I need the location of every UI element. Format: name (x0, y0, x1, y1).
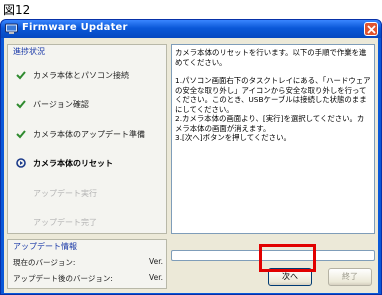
window-title: Firmware Updater (22, 22, 128, 33)
after-version-label: アップデート後のバージョン: (13, 274, 113, 283)
step-label: カメラ本体のアップデート準備 (33, 130, 145, 139)
steps-group-title: 進捗状況 (13, 47, 45, 56)
step-label: バージョン確認 (33, 100, 89, 109)
progress-steps-panel: 進捗状況 カメラ本体とパソコン接続 バージョン確認 カメラ本体のアップデート準備 (7, 44, 167, 234)
check-icon (16, 130, 26, 139)
step-label: アップデート完了 (33, 218, 97, 227)
after-version-row: アップデート後のバージョン: Ver. (13, 273, 163, 284)
instructions-step-3: 3.[次へ]ボタンを押してください。 (175, 133, 291, 142)
step-camera-pc-connect: カメラ本体とパソコン接続 (8, 69, 168, 83)
step-update-run: アップデート実行 (8, 187, 168, 201)
after-version-value: Ver. (149, 273, 163, 282)
instructions-intro: カメラ本体のリセットを行います。以下の手順で作業を進めてください。 (175, 48, 367, 67)
step-update-complete: アップデート完了 (8, 216, 168, 230)
step-camera-reset: カメラ本体のリセット (8, 157, 168, 171)
title-bar[interactable]: Firmware Updater (1, 20, 381, 38)
next-button-highlight (259, 244, 316, 272)
step-update-prepare: カメラ本体のアップデート準備 (8, 128, 168, 142)
firmware-app-icon (5, 23, 18, 34)
finish-button[interactable]: 終了 (328, 268, 372, 286)
check-icon (16, 100, 26, 109)
instructions-step-2: 2.カメラ本体の画面より、[実行]を選択してください。カメラ本体の画面が消えます… (175, 114, 365, 133)
window-client-area: 進捗状況 カメラ本体とパソコン接続 バージョン確認 カメラ本体のアップデート準備 (4, 38, 378, 293)
step-label: カメラ本体のリセット (33, 159, 113, 168)
instructions-step-1: 1.パソコン画面右下のタスクトレイにある、「ハードウェアの安全な取り外し」アイコ… (175, 76, 371, 114)
check-icon (16, 71, 26, 80)
current-version-row: 現在のバージョン: Ver. (13, 257, 163, 268)
update-info-title: アップデート情報 (13, 242, 77, 251)
step-label: アップデート実行 (33, 189, 97, 198)
update-info-panel: アップデート情報 現在のバージョン: Ver. アップデート後のバージョン: V… (7, 239, 167, 289)
current-version-label: 現在のバージョン: (13, 258, 76, 267)
firmware-updater-window: Firmware Updater 進捗状況 カメラ本体とパソコン接続 バージョン… (0, 19, 382, 295)
instructions-text-pane[interactable]: カメラ本体のリセットを行います。以下の手順で作業を進めてください。 1.パソコン… (171, 44, 375, 234)
current-version-value: Ver. (149, 257, 163, 266)
close-icon (367, 25, 376, 34)
current-step-icon (16, 158, 26, 168)
step-version-check: バージョン確認 (8, 98, 168, 112)
figure-label: 図12 (3, 3, 31, 17)
step-label: カメラ本体とパソコン接続 (33, 71, 129, 80)
close-button[interactable] (364, 22, 378, 36)
